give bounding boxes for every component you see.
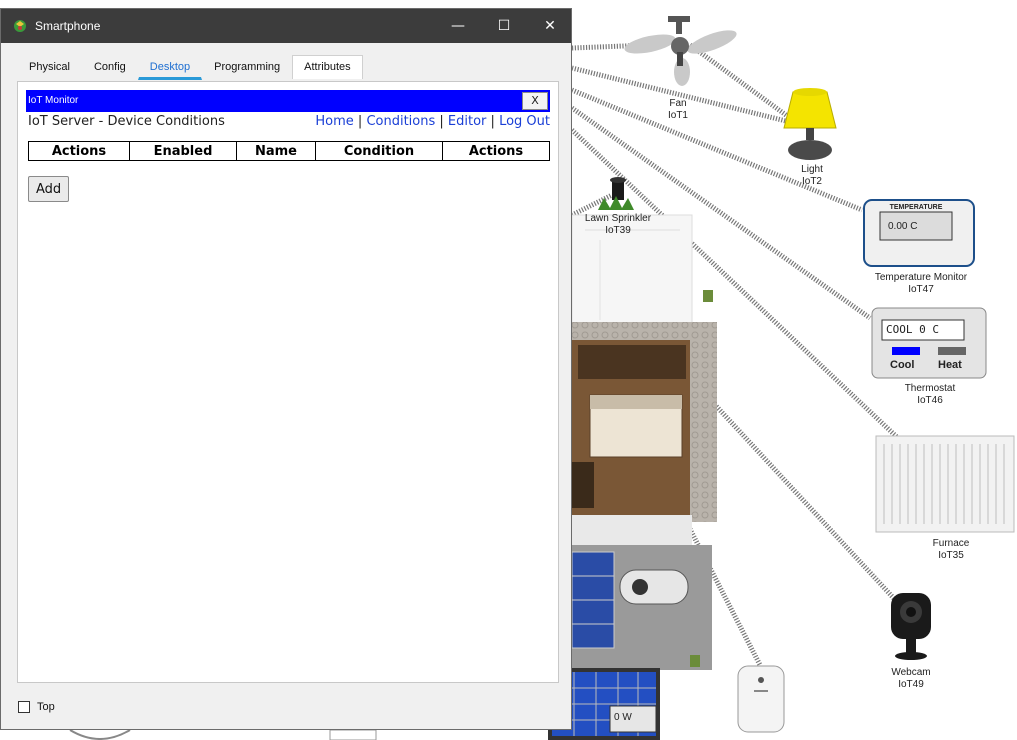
webcam-icon[interactable] bbox=[891, 593, 931, 660]
iot-monitor-title: IoT Monitor bbox=[28, 95, 79, 106]
top-checkbox-label: Top bbox=[37, 701, 55, 713]
tab-desktop[interactable]: Desktop bbox=[137, 55, 203, 80]
nav-separator: | bbox=[357, 114, 363, 129]
desktop-panel: IoT Monitor X IoT Server - Device Condit… bbox=[17, 81, 559, 683]
house-floorplan bbox=[571, 214, 717, 670]
partial-appliance bbox=[69, 729, 377, 740]
temperature-monitor-name: Temperature Monitor bbox=[874, 272, 968, 283]
light-id: IoT2 bbox=[801, 176, 822, 187]
iot-monitor-titlebar: IoT Monitor X bbox=[26, 90, 550, 112]
window-title: Smartphone bbox=[35, 19, 101, 33]
page-subtitle: IoT Server - Device Conditions bbox=[28, 114, 225, 129]
temperature-monitor-label: Temperature Monitor IoT47 bbox=[864, 272, 978, 296]
fan-id: IoT1 bbox=[667, 110, 688, 121]
sensor-icon[interactable] bbox=[737, 665, 785, 733]
column-header-actions: Actions bbox=[28, 141, 130, 161]
lamp-icon[interactable] bbox=[783, 88, 837, 160]
light-name: Light bbox=[801, 164, 823, 175]
thermostat-id: IoT46 bbox=[917, 395, 943, 406]
table-header-row: Actions Enabled Name Condition Actions bbox=[28, 141, 550, 161]
light-label: Light IoT2 bbox=[792, 164, 832, 188]
lawn-sprinkler-id: IoT39 bbox=[605, 225, 631, 236]
tab-bar: Physical Config Desktop Programming Attr… bbox=[17, 55, 363, 80]
column-header-condition: Condition bbox=[315, 141, 443, 161]
top-checkbox[interactable] bbox=[18, 701, 30, 713]
thermostat-cool-label: Cool bbox=[890, 359, 915, 371]
close-button[interactable]: ✕ bbox=[527, 9, 573, 43]
nav-home-link[interactable]: Home bbox=[315, 114, 353, 129]
tab-config[interactable]: Config bbox=[81, 55, 138, 79]
window-titlebar[interactable]: Smartphone — ☐ ✕ bbox=[1, 9, 571, 43]
fan-label: Fan IoT1 bbox=[656, 98, 700, 122]
column-header-enabled: Enabled bbox=[129, 141, 237, 161]
tab-attributes[interactable]: Attributes bbox=[292, 55, 363, 79]
add-button[interactable]: Add bbox=[28, 176, 70, 202]
sprinkler-icon[interactable] bbox=[598, 177, 634, 210]
tab-physical[interactable]: Physical bbox=[17, 55, 82, 79]
nav-editor-link[interactable]: Editor bbox=[448, 114, 486, 129]
thermostat-heat-label: Heat bbox=[938, 359, 962, 371]
column-header-name: Name bbox=[236, 141, 316, 161]
maximize-button[interactable]: ☐ bbox=[481, 9, 527, 43]
lawn-sprinkler-name: Lawn Sprinkler bbox=[584, 213, 652, 224]
minimize-button[interactable]: — bbox=[435, 9, 481, 43]
iot-nav: Home | Conditions | Editor | Log Out bbox=[315, 114, 550, 129]
app-icon bbox=[13, 19, 27, 38]
furnace-label: Furnace IoT35 bbox=[926, 538, 976, 562]
smartphone-window: Smartphone — ☐ ✕ Physical Config Desktop… bbox=[0, 8, 572, 730]
thermostat-name: Thermostat bbox=[904, 383, 956, 394]
lawn-sprinkler-label: Lawn Sprinkler IoT39 bbox=[578, 213, 658, 237]
webcam-label: Webcam IoT49 bbox=[886, 667, 936, 691]
nav-logout-link[interactable]: Log Out bbox=[499, 114, 550, 129]
radiator-icon[interactable] bbox=[875, 435, 1015, 533]
thermostat-display: COOL 0 C bbox=[886, 323, 939, 336]
iot-close-button[interactable]: X bbox=[522, 92, 548, 110]
webcam-id: IoT49 bbox=[898, 679, 924, 690]
tab-programming[interactable]: Programming bbox=[202, 55, 293, 79]
fan-name: Fan bbox=[669, 98, 687, 109]
webcam-name: Webcam bbox=[891, 667, 931, 678]
column-header-actions: Actions bbox=[442, 141, 550, 161]
solar-meter-reading: 0 W bbox=[614, 712, 632, 723]
furnace-name: Furnace bbox=[932, 538, 970, 549]
conditions-table: Actions Enabled Name Condition Actions bbox=[28, 141, 550, 161]
cable-fan-light bbox=[688, 42, 792, 121]
temperature-reading: 0.00 C bbox=[888, 221, 918, 232]
temperature-monitor-id: IoT47 bbox=[908, 284, 934, 295]
temperature-header: TEMPERATURE bbox=[889, 204, 943, 211]
nav-separator: | bbox=[439, 114, 444, 129]
fan-icon[interactable] bbox=[623, 16, 739, 86]
furnace-id: IoT35 bbox=[938, 550, 964, 561]
nav-separator: | bbox=[490, 114, 495, 129]
nav-conditions-link[interactable]: Conditions bbox=[366, 114, 435, 129]
thermostat-label: Thermostat IoT46 bbox=[886, 383, 974, 407]
